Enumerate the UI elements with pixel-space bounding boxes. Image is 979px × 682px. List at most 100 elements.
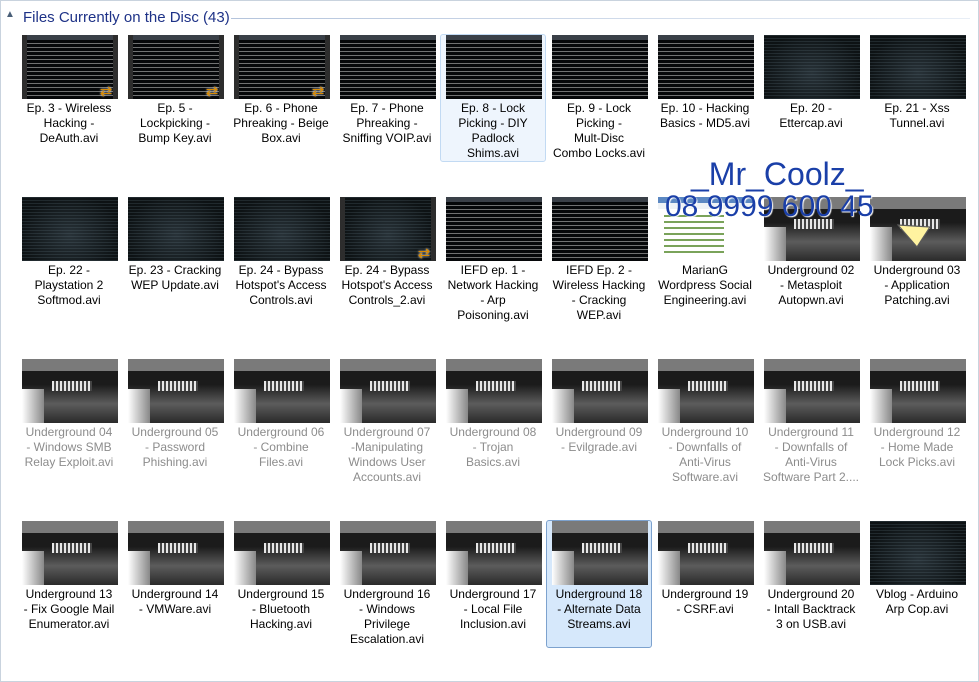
file-name: Vblog - Arduino Arp Cop.avi xyxy=(875,587,959,616)
file-name: Underground 08 - Trojan Basics.avi xyxy=(449,425,537,469)
file-name: Ep. 20 - Ettercap.avi xyxy=(779,101,843,130)
video-thumbnail xyxy=(446,197,542,261)
video-thumbnail xyxy=(234,197,330,261)
file-item[interactable]: Ep. 23 - Cracking WEP Update.avi xyxy=(122,196,228,324)
file-name: Underground 02 - Metasploit Autopwn.avi xyxy=(767,263,855,307)
file-item[interactable]: IEFD Ep. 2 - Wireless Hacking - Cracking… xyxy=(546,196,652,324)
video-thumbnail xyxy=(764,35,860,99)
file-item[interactable]: Ep. 8 - Lock Picking - DIY Padlock Shims… xyxy=(440,34,546,162)
file-item[interactable]: Underground 15 - Bluetooth Hacking.avi xyxy=(228,520,334,648)
video-thumbnail xyxy=(22,359,118,423)
file-name: IEFD ep. 1 - Network Hacking - Arp Poiso… xyxy=(447,263,539,322)
video-thumbnail xyxy=(128,521,224,585)
file-item[interactable]: ⇄ Ep. 5 - Lockpicking - Bump Key.avi xyxy=(122,34,228,162)
file-name: Underground 04 - Windows SMB Relay Explo… xyxy=(24,425,114,469)
file-item[interactable]: Ep. 9 - Lock Picking - Mult-Disc Combo L… xyxy=(546,34,652,162)
file-name: Underground 20 - Intall Backtrack 3 on U… xyxy=(766,587,856,631)
watermark: _Mr_Coolz_ 08 9999 600 45 xyxy=(665,157,905,223)
chevron-up-icon[interactable]: ▲ xyxy=(5,10,15,20)
watermark-name: _Mr_Coolz_ xyxy=(691,156,864,192)
video-thumbnail xyxy=(552,521,648,585)
file-name: Underground 13 - Fix Google Mail Enumera… xyxy=(23,587,115,631)
file-name: Underground 07 -Manipulating Windows Use… xyxy=(343,425,431,484)
file-item[interactable]: Ep. 22 - Playstation 2 Softmod.avi xyxy=(16,196,122,324)
file-item[interactable]: Underground 09 - Evilgrade.avi xyxy=(546,358,652,486)
pointer-cursor-icon xyxy=(897,224,931,248)
video-thumbnail xyxy=(128,197,224,261)
file-item[interactable]: Underground 08 - Trojan Basics.avi xyxy=(440,358,546,486)
file-name: Ep. 8 - Lock Picking - DIY Padlock Shims… xyxy=(458,101,528,160)
file-item[interactable]: Underground 19 - CSRF.avi xyxy=(652,520,758,648)
file-item[interactable]: Underground 05 - Password Phishing.avi xyxy=(122,358,228,486)
file-name: Ep. 24 - Bypass Hotspot's Access Control… xyxy=(341,263,433,307)
file-name: Underground 09 - Evilgrade.avi xyxy=(555,425,643,454)
file-name: Ep. 21 - Xss Tunnel.avi xyxy=(884,101,950,130)
file-item[interactable]: Underground 04 - Windows SMB Relay Explo… xyxy=(16,358,122,486)
file-item[interactable]: Underground 17 - Local File Inclusion.av… xyxy=(440,520,546,648)
file-item[interactable]: Underground 06 - Combine Files.avi xyxy=(228,358,334,486)
file-view: ▲ Files Currently on the Disc (43) ⇄ Ep. … xyxy=(0,0,979,682)
file-item[interactable]: Underground 20 - Intall Backtrack 3 on U… xyxy=(758,520,864,648)
video-thumbnail xyxy=(446,359,542,423)
video-thumbnail xyxy=(340,35,436,99)
video-thumbnail xyxy=(22,521,118,585)
file-name: Underground 18 - Alternate Data Streams.… xyxy=(555,587,643,631)
video-thumbnail xyxy=(552,359,648,423)
file-item[interactable]: Underground 16 - Windows Privilege Escal… xyxy=(334,520,440,648)
video-thumbnail xyxy=(658,35,754,99)
video-thumbnail xyxy=(764,359,860,423)
video-thumbnail xyxy=(870,521,966,585)
file-name: Underground 19 - CSRF.avi xyxy=(661,587,749,616)
sync-badge-icon: ⇄ xyxy=(99,83,113,100)
video-thumbnail xyxy=(658,359,754,423)
video-thumbnail xyxy=(446,521,542,585)
video-thumbnail xyxy=(128,359,224,423)
file-item[interactable]: Underground 13 - Fix Google Mail Enumera… xyxy=(16,520,122,648)
file-item[interactable]: Ep. 20 - Ettercap.avi xyxy=(758,34,864,162)
file-name: Underground 15 - Bluetooth Hacking.avi xyxy=(237,587,325,631)
video-thumbnail xyxy=(552,35,648,99)
file-name: Underground 12 - Home Made Lock Picks.av… xyxy=(873,425,961,469)
file-item[interactable]: ⇄ Ep. 3 - Wireless Hacking - DeAuth.avi xyxy=(16,34,122,162)
file-name: Underground 06 - Combine Files.avi xyxy=(237,425,325,469)
file-name: Ep. 23 - Cracking WEP Update.avi xyxy=(128,263,222,292)
video-thumbnail xyxy=(870,35,966,99)
file-name: Underground 17 - Local File Inclusion.av… xyxy=(449,587,537,631)
file-name: Ep. 22 - Playstation 2 Softmod.avi xyxy=(34,263,104,307)
group-header[interactable]: ▲ Files Currently on the Disc (43) xyxy=(1,1,978,33)
file-item[interactable]: Ep. 21 - Xss Tunnel.avi xyxy=(864,34,970,162)
file-name: Underground 05 - Password Phishing.avi xyxy=(131,425,219,469)
file-item[interactable]: Underground 18 - Alternate Data Streams.… xyxy=(546,520,652,648)
file-item[interactable]: Underground 11 - Downfalls of Anti-Virus… xyxy=(758,358,864,486)
file-name: Ep. 24 - Bypass Hotspot's Access Control… xyxy=(235,263,327,307)
file-item[interactable]: ⇄ Ep. 24 - Bypass Hotspot's Access Contro… xyxy=(334,196,440,324)
video-thumbnail xyxy=(870,359,966,423)
file-item[interactable]: Vblog - Arduino Arp Cop.avi xyxy=(864,520,970,648)
file-name: Underground 14 - VMWare.avi xyxy=(131,587,219,616)
file-item[interactable]: Underground 10 - Downfalls of Anti-Virus… xyxy=(652,358,758,486)
file-item[interactable]: Underground 14 - VMWare.avi xyxy=(122,520,228,648)
file-name: Underground 10 - Downfalls of Anti-Virus… xyxy=(661,425,749,484)
video-thumbnail xyxy=(340,521,436,585)
file-item[interactable]: Ep. 7 - Phone Phreaking - Sniffing VOIP.… xyxy=(334,34,440,162)
video-thumbnail xyxy=(446,35,542,99)
file-name: MarianG Wordpress Social Engineering.avi xyxy=(658,263,752,307)
video-thumbnail xyxy=(340,359,436,423)
file-item[interactable]: Ep. 10 - Hacking Basics - MD5.avi xyxy=(652,34,758,162)
file-item[interactable]: ⇄ Ep. 6 - Phone Phreaking - Beige Box.avi xyxy=(228,34,334,162)
video-thumbnail xyxy=(22,197,118,261)
file-name: Ep. 5 - Lockpicking - Bump Key.avi xyxy=(138,101,212,145)
video-thumbnail xyxy=(234,359,330,423)
file-item[interactable]: Underground 07 -Manipulating Windows Use… xyxy=(334,358,440,486)
file-name: Underground 03 - Application Patching.av… xyxy=(873,263,961,307)
sync-badge-icon: ⇄ xyxy=(417,245,431,262)
file-item[interactable]: IEFD ep. 1 - Network Hacking - Arp Poiso… xyxy=(440,196,546,324)
file-item[interactable]: Ep. 24 - Bypass Hotspot's Access Control… xyxy=(228,196,334,324)
group-divider xyxy=(231,18,970,19)
sync-badge-icon: ⇄ xyxy=(205,83,219,100)
video-thumbnail xyxy=(234,521,330,585)
file-item[interactable]: Underground 12 - Home Made Lock Picks.av… xyxy=(864,358,970,486)
file-name: Ep. 6 - Phone Phreaking - Beige Box.avi xyxy=(233,101,329,145)
sync-badge-icon: ⇄ xyxy=(311,83,325,100)
file-name: Underground 11 - Downfalls of Anti-Virus… xyxy=(762,425,860,484)
